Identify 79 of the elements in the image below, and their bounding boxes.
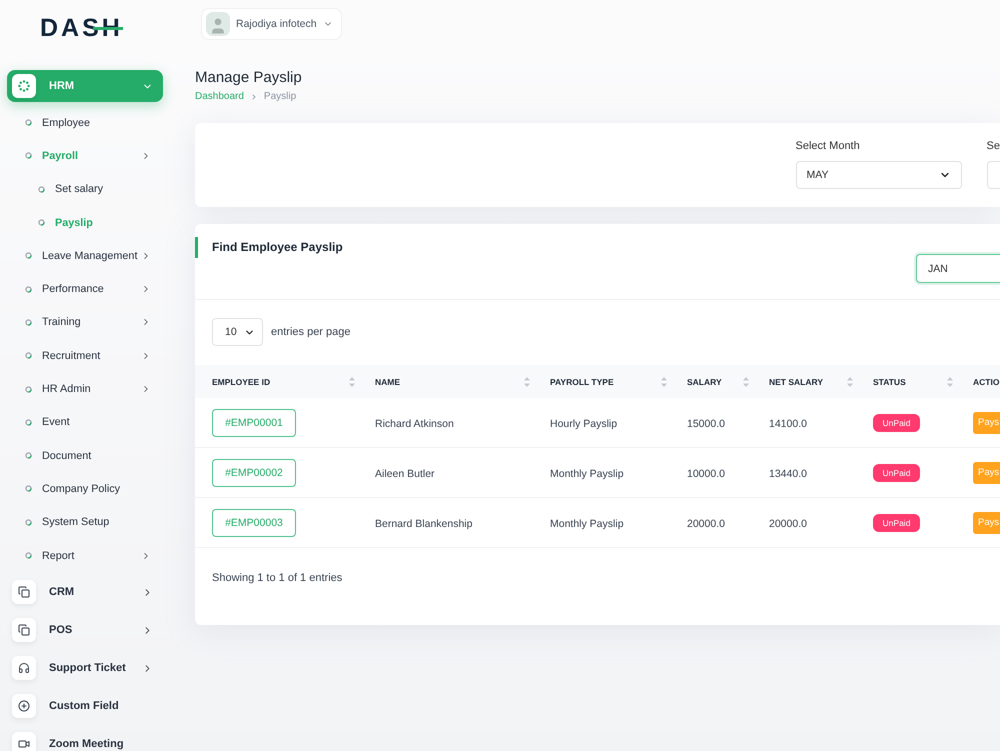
sidebar-item[interactable]: POS <box>7 614 163 646</box>
card-title: Find Employee Payslip <box>195 237 343 258</box>
table-cell: Hourly Payslip <box>550 418 618 430</box>
sidebar-item[interactable]: HR Admin <box>7 372 163 406</box>
sidebar-item[interactable]: Training <box>7 306 163 340</box>
status-badge: UnPaid <box>873 464 920 482</box>
bullet-icon <box>38 186 45 193</box>
field-label: Select Month <box>796 140 861 153</box>
sidebar-item[interactable]: Zoom Meeting <box>7 728 163 751</box>
sidebar-item[interactable]: Support Ticket <box>7 652 163 684</box>
avatar-icon <box>206 12 230 36</box>
column-header[interactable]: PAYROLL TYPE <box>550 376 614 386</box>
headphones-icon <box>12 656 36 680</box>
sort-icon[interactable] <box>349 376 355 386</box>
table-info: Showing 1 to 1 of 1 entries <box>211 571 344 586</box>
circle-plus-icon <box>12 694 36 718</box>
bullet-icon <box>25 119 32 126</box>
sidebar-item[interactable]: Performance <box>7 272 163 306</box>
sidebar-item[interactable]: Document <box>7 438 163 472</box>
month-select[interactable]: MAY <box>796 161 962 189</box>
table-cell: Monthly Payslip <box>550 518 624 530</box>
bullet-icon <box>25 352 32 360</box>
copy-icon <box>12 580 36 604</box>
table-cell: Aileen Butler <box>375 468 435 480</box>
table-cell: 10000.0 <box>687 468 725 480</box>
bullet-icon <box>25 485 32 492</box>
select-field[interactable] <box>986 161 1000 189</box>
sidebar-item[interactable]: Report <box>7 538 163 572</box>
chevron-right-icon <box>250 93 258 101</box>
column-header[interactable]: SALARY <box>687 376 722 386</box>
field-label: Se <box>986 140 1000 153</box>
video-camera-icon <box>12 732 36 751</box>
bullet-icon <box>25 318 32 326</box>
sidebar-item[interactable]: Event <box>7 406 163 439</box>
column-header[interactable]: NAME <box>375 376 400 386</box>
table-cell: Bernard Blankenship <box>375 518 472 530</box>
status-badge: UnPaid <box>873 514 920 532</box>
column-header: ACTIO <box>973 376 1000 386</box>
sort-icon[interactable] <box>524 376 530 386</box>
bullet-icon <box>25 286 32 293</box>
column-header[interactable]: EMPLOYEE ID <box>212 376 270 386</box>
sort-icon[interactable] <box>847 376 853 386</box>
table-cell: 20000.0 <box>769 518 807 530</box>
copy-icon <box>12 618 36 642</box>
status-badge: UnPaid <box>873 414 920 432</box>
search-field[interactable]: JAN <box>916 254 1000 283</box>
column-header[interactable]: STATUS <box>873 376 906 386</box>
user-menu-button[interactable]: Rajodiya infotech <box>201 8 342 40</box>
entries-label: entries per page <box>271 326 350 338</box>
column-header[interactable]: NET SALARY <box>769 376 823 386</box>
table-cell: Monthly Payslip <box>550 468 624 480</box>
table-cell: Richard Atkinson <box>375 418 454 430</box>
sidebar-item[interactable]: Custom Field <box>7 690 163 722</box>
bullet-icon <box>25 518 32 526</box>
table-cell: 14100.0 <box>769 418 807 430</box>
sidebar-item[interactable]: System Setup <box>7 506 163 539</box>
table-cell: 20000.0 <box>687 518 725 530</box>
sidebar-item[interactable]: Set salary <box>7 172 163 206</box>
bullet-icon <box>25 418 32 426</box>
breadcrumb-current: Payslip <box>264 91 296 103</box>
dotted-ring-icon <box>12 74 36 98</box>
bullet-icon <box>25 552 32 559</box>
bullet-icon <box>25 452 32 460</box>
sort-icon[interactable] <box>947 376 953 386</box>
page-title: Manage Payslip <box>195 69 303 87</box>
bullet-icon <box>25 152 32 160</box>
table-cell: 13440.0 <box>769 468 807 480</box>
table-cell: 15000.0 <box>687 418 725 430</box>
sort-icon[interactable] <box>661 376 667 386</box>
sidebar-item[interactable]: CRM <box>7 576 163 608</box>
entries-select[interactable]: 10 <box>212 318 263 346</box>
sidebar-item[interactable]: Leave Management <box>7 239 163 272</box>
sidebar-item[interactable]: Recruitment <box>7 339 163 372</box>
bullet-icon <box>25 386 32 393</box>
sort-icon[interactable] <box>743 376 749 386</box>
sidebar-item[interactable]: Employee <box>7 106 163 140</box>
bullet-icon <box>38 219 45 226</box>
bullet-icon <box>25 252 32 260</box>
sidebar-item[interactable]: Company Policy <box>7 472 163 506</box>
